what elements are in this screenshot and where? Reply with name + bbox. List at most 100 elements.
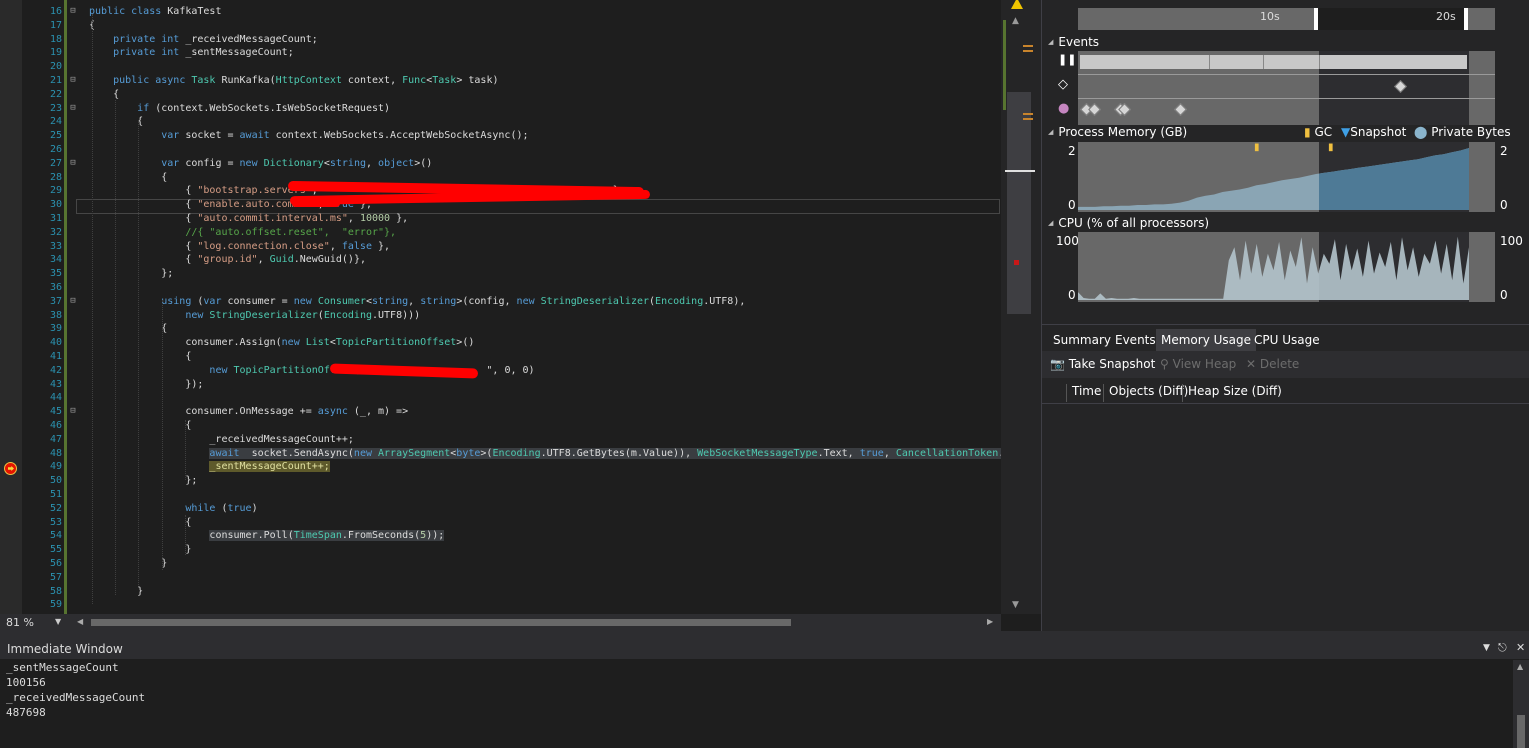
collapse-toggle-icon[interactable]: ⊟ bbox=[68, 74, 78, 88]
collapse-toggle-icon[interactable]: ⊟ bbox=[68, 295, 78, 309]
scroll-marker bbox=[1023, 113, 1033, 115]
code-token: , bbox=[347, 213, 360, 224]
scroll-left-arrow-icon[interactable]: ◀ bbox=[77, 617, 83, 626]
code-token: HttpContext bbox=[275, 75, 342, 86]
scroll-thumb[interactable] bbox=[1007, 92, 1031, 314]
scroll-marker bbox=[1023, 50, 1033, 52]
scroll-right-arrow-icon[interactable]: ▶ bbox=[987, 617, 993, 626]
collapse-toggle-icon[interactable]: ⊟ bbox=[68, 405, 78, 419]
cpu-section-title[interactable]: CPU (% of all processors) bbox=[1048, 216, 1209, 230]
events-panel[interactable] bbox=[1078, 51, 1495, 125]
code-line[interactable]: { bbox=[89, 419, 191, 433]
immediate-scroll-thumb[interactable] bbox=[1517, 715, 1525, 748]
code-line[interactable]: { bbox=[89, 115, 143, 129]
code-line[interactable]: }; bbox=[89, 474, 197, 488]
timeline-ruler[interactable]: 10s 20s bbox=[1078, 8, 1495, 30]
code-token: consumer.Assign( bbox=[89, 337, 282, 349]
code-line[interactable]: private int _receivedMessageCount; bbox=[89, 33, 318, 47]
code-line[interactable]: } bbox=[89, 585, 143, 599]
code-lines[interactable]: public class KafkaTest { private int _rec… bbox=[0, 0, 1001, 614]
close-icon[interactable]: ✕ bbox=[1516, 641, 1525, 654]
code-line[interactable]: public async Task RunKafka(HttpContext c… bbox=[89, 74, 498, 88]
break-event-bar[interactable] bbox=[1080, 55, 1467, 69]
immediate-line: 100156 bbox=[6, 676, 46, 689]
code-token: StringDeserializer bbox=[209, 309, 318, 321]
code-line[interactable]: } bbox=[89, 557, 167, 571]
code-line[interactable]: using (var consumer = new Consumer<strin… bbox=[89, 295, 745, 309]
code-line[interactable]: { "log.connection.close", false }, bbox=[89, 240, 390, 254]
column-time[interactable]: Time bbox=[1066, 384, 1101, 402]
code-editor[interactable]: 16 17 18 19 20 21 22 23 24 25 26 27 28 29 30 31 32 33 34 35… bbox=[0, 0, 1001, 614]
code-line[interactable]: public class KafkaTest bbox=[89, 5, 221, 19]
editor-vertical-scrollbar[interactable]: ▲ ▼ bbox=[1001, 0, 1041, 614]
pin-icon[interactable]: ⎋ bbox=[1498, 641, 1507, 655]
horizontal-scroll-thumb[interactable] bbox=[91, 619, 791, 626]
window-splitter[interactable] bbox=[0, 631, 1529, 638]
code-line[interactable]: if (context.WebSockets.IsWebSocketReques… bbox=[89, 102, 390, 116]
code-line[interactable]: { "group.id", Guid.NewGuid()}, bbox=[89, 253, 366, 267]
code-token: >( bbox=[480, 447, 493, 459]
code-line[interactable]: //{ "auto.offset.reset", "error"}, bbox=[89, 226, 396, 240]
code-token: string bbox=[329, 157, 366, 169]
delete-button[interactable]: ✕ Delete bbox=[1246, 357, 1299, 371]
code-token: ) bbox=[251, 502, 258, 514]
indent-guide bbox=[115, 100, 116, 595]
column-objects-diff[interactable]: Objects (Diff) bbox=[1103, 384, 1188, 402]
code-line[interactable]: consumer.Assign(new List<TopicPartitionO… bbox=[89, 336, 474, 350]
view-heap-button[interactable]: ⚲ View Heap bbox=[1160, 357, 1236, 371]
zoom-dropdown-icon[interactable]: ▼ bbox=[55, 617, 61, 626]
code-line[interactable]: var config = new Dictionary<string, obje… bbox=[89, 157, 432, 171]
tab-cpu-usage[interactable]: CPU Usage bbox=[1249, 329, 1325, 351]
code-token: List bbox=[305, 337, 330, 349]
scroll-up-arrow-icon[interactable]: ▲ bbox=[1517, 662, 1523, 671]
code-line[interactable]: } bbox=[89, 543, 191, 557]
code-line[interactable]: { bbox=[89, 322, 167, 336]
code-line[interactable]: _sentMessageCount++; bbox=[89, 460, 330, 474]
breakpoint-current-icon[interactable] bbox=[4, 462, 17, 475]
collapse-toggle-icon[interactable]: ⊟ bbox=[68, 102, 78, 116]
code-token: { bbox=[89, 420, 192, 431]
collapse-toggle-icon[interactable]: ⊟ bbox=[68, 5, 78, 19]
code-line[interactable]: await socket.SendAsync(new ArraySegment<… bbox=[89, 447, 1001, 461]
tab-summary[interactable]: Summary bbox=[1048, 329, 1116, 351]
code-token: "auto.commit.interval.ms" bbox=[197, 213, 348, 224]
immediate-window-scrollbar[interactable]: ▲ bbox=[1513, 660, 1529, 748]
code-token: new bbox=[185, 309, 210, 321]
tab-events[interactable]: Events bbox=[1110, 329, 1161, 351]
take-snapshot-button[interactable]: 📷 Take Snapshot bbox=[1050, 357, 1155, 371]
code-line[interactable]: { bbox=[89, 350, 191, 364]
selection-start-handle[interactable] bbox=[1314, 8, 1318, 30]
code-line[interactable]: { "auto.commit.interval.ms", 10000 }, bbox=[89, 212, 408, 226]
immediate-window-output[interactable]: _sentMessageCount 100156 _receivedMessag… bbox=[6, 660, 145, 720]
warning-icon bbox=[1011, 0, 1023, 9]
memory-chart[interactable]: ▮ ▮ bbox=[1078, 142, 1495, 212]
column-heap-size-diff[interactable]: Heap Size (Diff) bbox=[1182, 384, 1282, 402]
search-icon: ⚲ bbox=[1160, 357, 1169, 371]
events-row-divider bbox=[1078, 98, 1495, 99]
window-menu-dropdown-icon[interactable]: ▼ bbox=[1483, 643, 1490, 653]
event-marker[interactable] bbox=[1088, 103, 1101, 116]
collapse-toggle-icon[interactable]: ⊟ bbox=[68, 157, 78, 171]
scroll-up-arrow-icon[interactable]: ▲ bbox=[1012, 16, 1019, 26]
memory-axis-max-right: 2 bbox=[1500, 144, 1508, 158]
code-line[interactable]: consumer.Poll(TimeSpan.FromSeconds(5)); bbox=[89, 529, 445, 543]
memory-graph bbox=[1078, 142, 1469, 212]
code-line[interactable]: consumer.OnMessage += async (_, m) => bbox=[89, 405, 408, 419]
code-line[interactable]: { bbox=[89, 171, 167, 185]
code-line[interactable]: var socket = await context.WebSockets.Ac… bbox=[89, 129, 528, 143]
code-line[interactable]: _receivedMessageCount++; bbox=[89, 433, 354, 447]
scroll-down-arrow-icon[interactable]: ▼ bbox=[1012, 600, 1019, 610]
event-marker[interactable] bbox=[1174, 103, 1187, 116]
cpu-chart[interactable] bbox=[1078, 232, 1495, 302]
zoom-level[interactable]: 81 % bbox=[6, 616, 34, 629]
tab-memory-usage[interactable]: Memory Usage bbox=[1156, 329, 1257, 351]
code-line[interactable]: }); bbox=[89, 378, 203, 392]
immediate-window[interactable]: Immediate Window ▼ ⎋ ✕ _sentMessageCount… bbox=[0, 638, 1529, 748]
selection-end-handle[interactable] bbox=[1464, 8, 1468, 30]
memory-section-title[interactable]: Process Memory (GB) bbox=[1048, 125, 1187, 139]
code-line[interactable]: }; bbox=[89, 267, 173, 281]
horizontal-scrollbar[interactable]: ◀ ▶ bbox=[75, 614, 995, 631]
code-line[interactable]: { bbox=[89, 516, 191, 530]
events-section-title[interactable]: Events bbox=[1048, 35, 1099, 49]
code-line[interactable]: private int _sentMessageCount; bbox=[89, 46, 294, 60]
